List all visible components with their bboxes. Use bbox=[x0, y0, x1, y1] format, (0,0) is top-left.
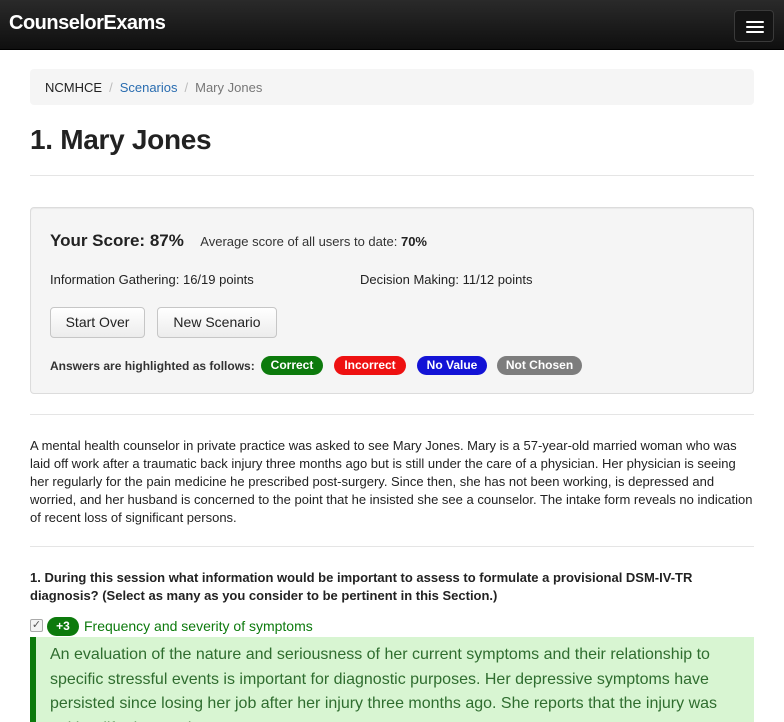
answer-explanation: An evaluation of the nature and seriousn… bbox=[30, 637, 754, 722]
legend-correct-badge: Correct bbox=[261, 356, 323, 375]
start-over-button[interactable]: Start Over bbox=[50, 307, 145, 338]
breadcrumb-scenarios-link[interactable]: Scenarios bbox=[120, 80, 178, 95]
hamburger-icon-bar bbox=[746, 21, 764, 23]
breadcrumb-separator: / bbox=[184, 80, 189, 95]
question-text: 1. During this session what information … bbox=[30, 570, 693, 603]
legend-not-chosen-badge: Not Chosen bbox=[497, 356, 582, 375]
your-score: Your Score: 87% bbox=[50, 231, 184, 250]
information-gathering-points: Information Gathering: 16/19 points bbox=[50, 272, 254, 287]
breadcrumb-current: Mary Jones bbox=[195, 80, 263, 95]
hamburger-icon-bar bbox=[746, 31, 764, 33]
answer-legend: Answers are highlighted as follows: Corr… bbox=[50, 356, 610, 376]
breadcrumb-home: NCMHCE bbox=[45, 80, 103, 95]
top-navbar: CounselorExams bbox=[0, 0, 784, 50]
decision-making-points: Decision Making: 11/12 points bbox=[360, 272, 533, 287]
points-badge: +3 bbox=[47, 617, 79, 636]
breadcrumb-separator: / bbox=[109, 80, 113, 95]
average-score: Average score of all users to date: 70% bbox=[200, 234, 427, 249]
scenario-description: A mental health counselor in private pra… bbox=[30, 438, 753, 525]
legend-label: Answers are highlighted as follows: bbox=[50, 359, 255, 373]
average-score-label: Average score of all users to date: bbox=[200, 234, 398, 249]
legend-no-value-badge: No Value bbox=[417, 356, 487, 375]
average-score-value: 70% bbox=[400, 234, 427, 249]
divider bbox=[30, 175, 754, 176]
page-title: 1. Mary Jones bbox=[30, 124, 212, 155]
answer-checkbox[interactable]: ✓ bbox=[30, 619, 43, 632]
score-panel: Your Score: 87% Average score of all use… bbox=[30, 207, 754, 394]
divider bbox=[30, 546, 754, 547]
brand-logo[interactable]: CounselorExams bbox=[9, 12, 166, 35]
legend-incorrect-badge: Incorrect bbox=[334, 356, 406, 375]
score-summary: Your Score: 87% Average score of all use… bbox=[50, 231, 427, 251]
hamburger-icon-bar bbox=[746, 26, 764, 28]
divider bbox=[30, 414, 754, 415]
hamburger-menu-button[interactable] bbox=[734, 10, 774, 42]
breadcrumb: NCMHCE / Scenarios / Mary Jones bbox=[30, 69, 754, 105]
new-scenario-button[interactable]: New Scenario bbox=[157, 307, 277, 338]
answer-label: Frequency and severity of symptoms bbox=[84, 618, 313, 634]
